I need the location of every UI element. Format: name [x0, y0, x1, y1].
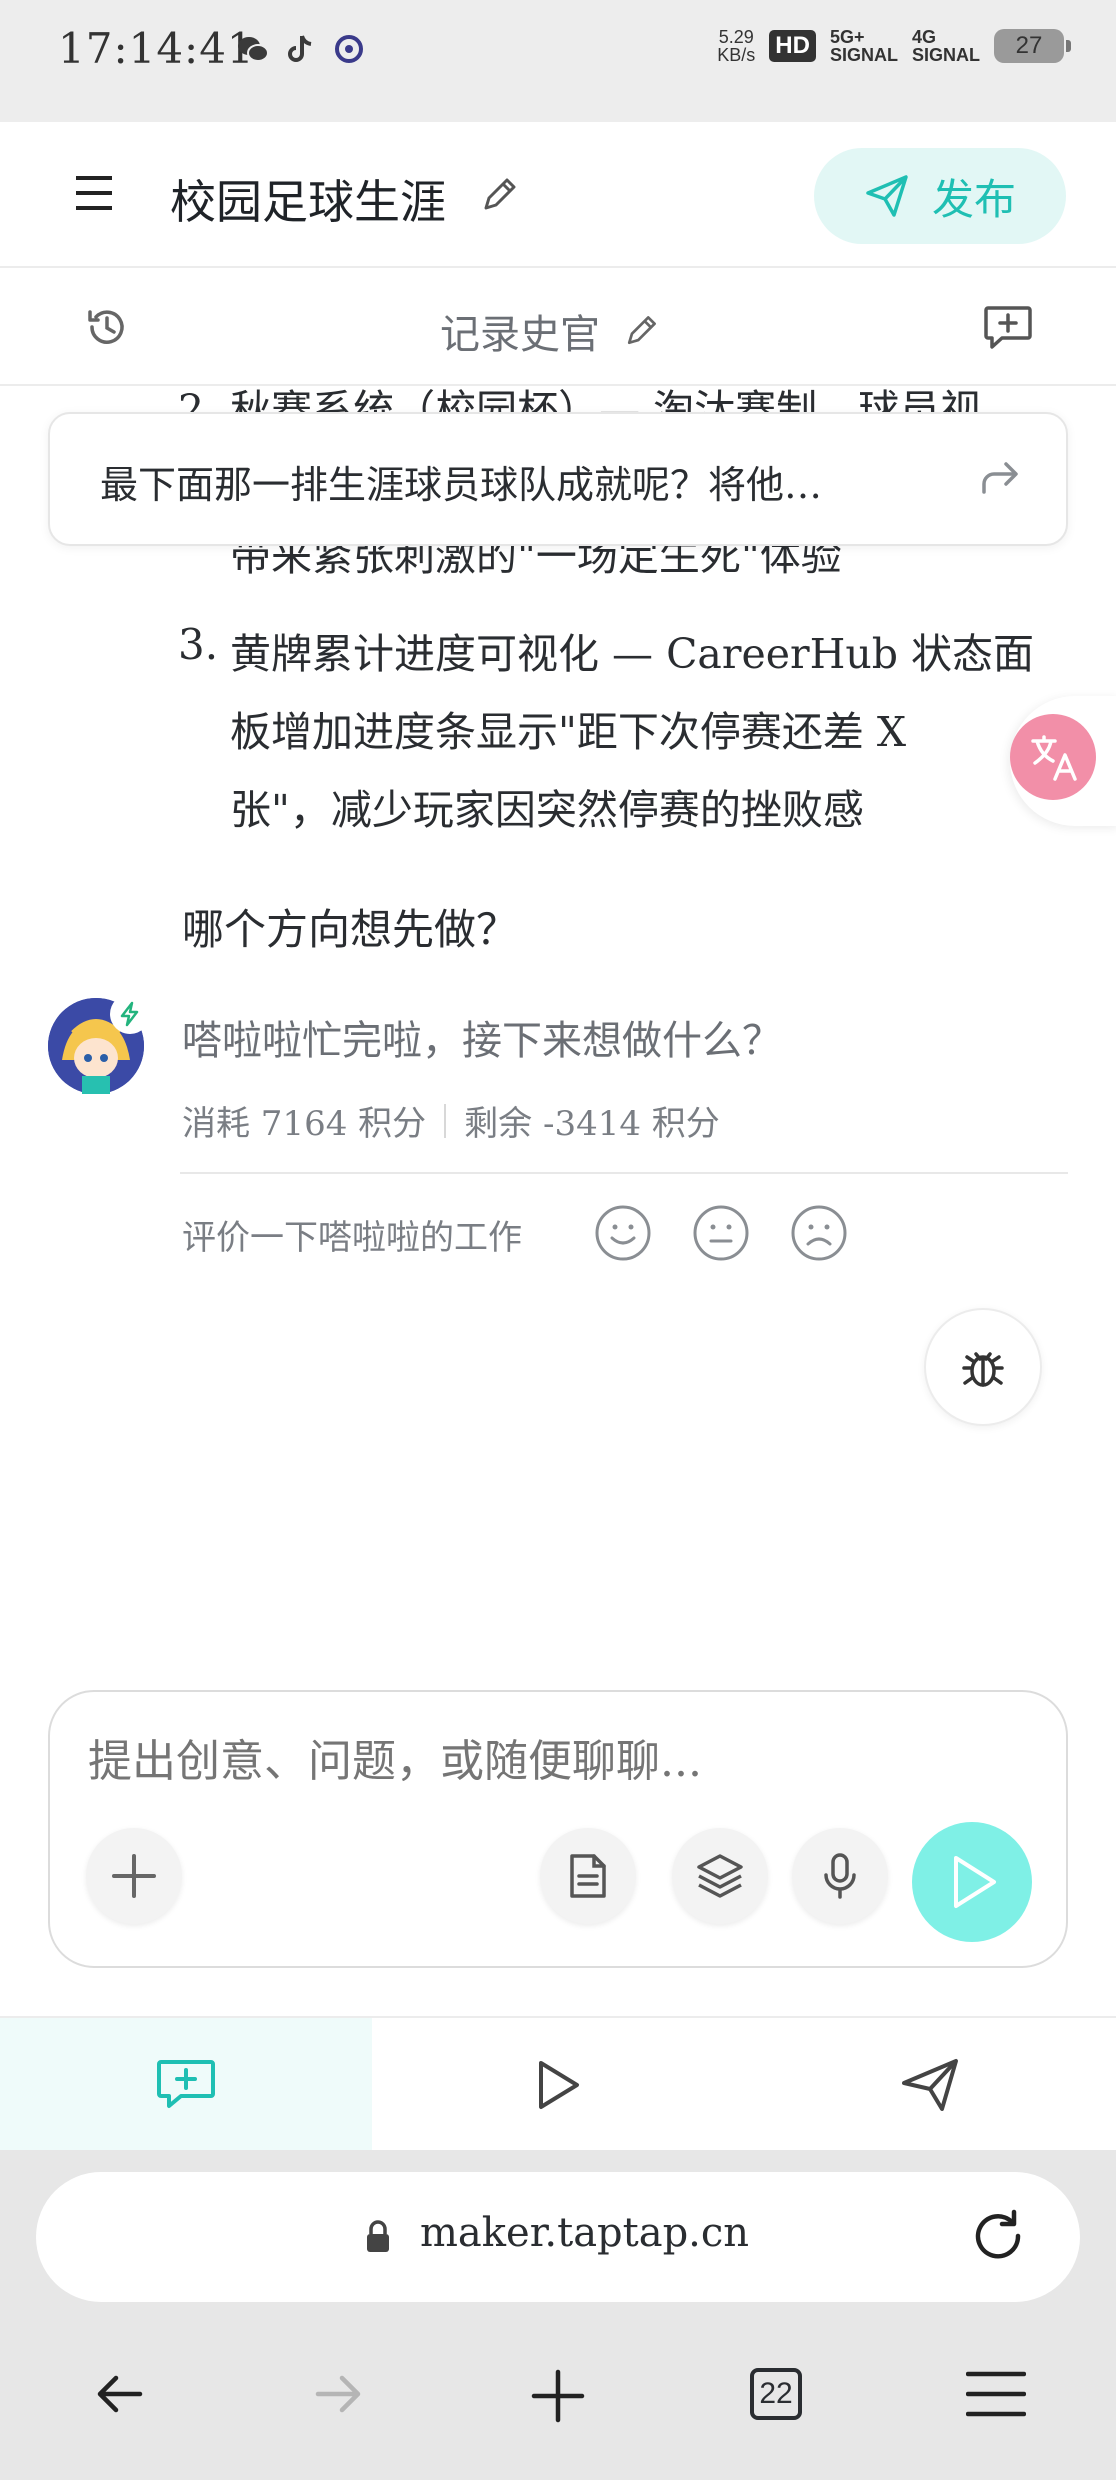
pinned-prompt-text: 最下面那一排生涯球员球队成就呢？将他…: [100, 463, 823, 507]
credits-consumed: 消耗 7164 积分: [182, 1104, 427, 1144]
play-icon: [533, 2057, 583, 2113]
network-speed-value: 5.29: [718, 27, 754, 47]
lightning-icon: [110, 994, 150, 1034]
document-icon: [566, 1852, 610, 1900]
pinned-prompt-card[interactable]: 最下面那一排生涯球员球队成就呢？将他…: [48, 412, 1068, 546]
network-speed: 5.29 KB/s: [717, 28, 755, 64]
document-button[interactable]: [540, 1828, 636, 1924]
agent-selector[interactable]: 记录史官: [440, 302, 660, 360]
browser-chrome: maker.taptap.cn 22: [0, 2150, 1116, 2480]
publish-label: 发布: [931, 174, 1016, 224]
tab-play[interactable]: [372, 2018, 744, 2152]
menu-icon[interactable]: [74, 174, 116, 212]
hd-badge: HD: [769, 30, 816, 62]
status-time: 17:14:41: [58, 24, 255, 73]
signal-5g-label: 5G+: [829, 27, 865, 47]
battery-indicator: 27: [994, 29, 1071, 63]
add-attachment-button[interactable]: [86, 1828, 182, 1924]
chat-content[interactable]: 2. 秋赛系统（校园杯）— 淘汰赛制、球员视 带来紧张刺激的"一场定生死"体验 …: [0, 386, 1116, 1690]
hamburger-icon[interactable]: [966, 2368, 1026, 2420]
plus-icon: [108, 1850, 160, 1902]
message-composer: [48, 1690, 1068, 1968]
layers-icon: [695, 1852, 745, 1900]
tiktok-icon: [284, 32, 318, 66]
new-chat-icon[interactable]: [982, 302, 1034, 352]
assistant-question: 哪个方向想先做？: [182, 905, 519, 954]
app-icon: [332, 32, 366, 66]
lock-icon: [364, 2220, 392, 2254]
browser-nav: 22: [0, 2348, 1116, 2458]
agent-name: 记录史官: [440, 312, 600, 358]
credits-remaining: 剩余 -3414 积分: [464, 1104, 720, 1144]
new-tab-icon[interactable]: [530, 2368, 586, 2424]
rating-label: 评价一下嗒啦啦的工作: [182, 1218, 522, 1258]
history-icon[interactable]: [84, 304, 130, 350]
forward-icon[interactable]: [978, 458, 1022, 498]
address-bar[interactable]: maker.taptap.cn: [36, 2172, 1080, 2302]
signal-4g-sub: SIGNAL: [911, 45, 980, 65]
send-icon: [864, 173, 910, 219]
credits-separator: [444, 1103, 447, 1138]
pencil-icon[interactable]: [478, 174, 520, 216]
rating-faces: [594, 1204, 848, 1262]
pencil-icon: [622, 312, 660, 350]
play-icon: [944, 1852, 1000, 1912]
translate-icon: [1010, 714, 1096, 800]
app-header: 校园足球生涯 发布: [0, 122, 1116, 268]
bottom-tab-bar: [0, 2016, 1116, 2152]
network-speed-unit: KB/s: [717, 45, 756, 65]
publish-button[interactable]: 发布: [814, 148, 1066, 244]
list-item-3-number: 3.: [178, 620, 219, 669]
sad-icon[interactable]: [790, 1204, 848, 1262]
url-text: maker.taptap.cn: [420, 2210, 750, 2256]
list-item-3-line-3: 张"，减少玩家因突然停赛的挫败感: [230, 786, 864, 834]
voice-button[interactable]: [792, 1828, 888, 1924]
wechat-icon: [236, 32, 270, 66]
project-title: 校园足球生涯: [170, 175, 446, 229]
bot-status-message: 嗒啦啦忙完啦，接下来想做什么？: [182, 1018, 782, 1064]
avatar: [48, 994, 150, 1094]
smile-icon[interactable]: [594, 1204, 652, 1262]
signal-4g: 4G SIGNAL: [912, 28, 980, 64]
divider: [180, 1172, 1068, 1174]
debug-button[interactable]: [924, 1308, 1042, 1426]
list-item-3-line-2: 板增加进度条显示"距下次停赛还差 X: [230, 708, 907, 756]
signal-4g-label: 4G: [911, 27, 936, 47]
tab-chat[interactable]: [0, 2018, 372, 2152]
forward-arrow-icon[interactable]: [312, 2368, 364, 2420]
chat-icon: [155, 2056, 217, 2114]
microphone-icon: [820, 1851, 860, 1901]
credits-info: 消耗 7164 积分 剩余 -3414 积分: [182, 1096, 720, 1145]
back-arrow-icon[interactable]: [94, 2368, 146, 2420]
signal-5g-sub: SIGNAL: [829, 45, 898, 65]
notification-icons: [236, 32, 366, 66]
status-bar: 17:14:41 5.29 KB/s HD 5G+ SIGNAL 4G SIGN…: [0, 0, 1116, 122]
tab-count: 22: [750, 2368, 802, 2420]
message-input[interactable]: [88, 1736, 988, 1787]
send-button[interactable]: [912, 1822, 1032, 1942]
neutral-icon[interactable]: [692, 1204, 750, 1262]
layers-button[interactable]: [672, 1828, 768, 1924]
tab-publish[interactable]: [744, 2018, 1116, 2152]
bug-icon: [958, 1342, 1008, 1392]
reload-icon[interactable]: [968, 2206, 1028, 2266]
list-item-3-line-1: 黄牌累计进度可视化 — CareerHub 状态面: [230, 630, 1035, 678]
sub-toolbar: 记录史官: [0, 268, 1116, 386]
tabs-button[interactable]: 22: [750, 2368, 802, 2420]
signal-5g: 5G+ SIGNAL: [830, 28, 898, 64]
send-icon: [900, 2057, 960, 2113]
